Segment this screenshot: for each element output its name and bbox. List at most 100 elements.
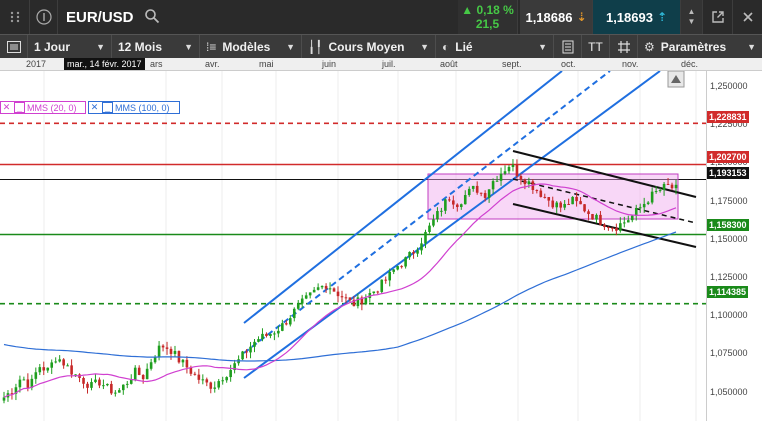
candle-body[interactable] [642,203,646,208]
candle-body[interactable] [511,164,515,168]
candle-body[interactable] [563,203,566,208]
candle-body[interactable] [257,339,260,342]
candle-body[interactable] [82,377,85,384]
candle-body[interactable] [173,350,177,354]
close-icon[interactable] [733,0,762,34]
popout-icon[interactable] [703,0,733,34]
text-tool-icon[interactable]: TT [582,35,610,58]
candle-body[interactable] [62,359,65,366]
candle-body[interactable] [285,323,288,325]
candle-body[interactable] [209,382,213,389]
candle-body[interactable] [316,287,320,290]
candle-body[interactable] [515,164,519,177]
link-dropdown[interactable]: ◐ Lié ▼ [436,35,554,58]
candle-body[interactable] [487,189,491,198]
candle-body[interactable] [535,189,539,191]
candle-body[interactable] [110,383,113,394]
candle-body[interactable] [344,297,348,299]
close-icon[interactable]: ✕ [89,102,100,113]
candle-body[interactable] [241,351,244,360]
candle-body[interactable] [118,390,121,393]
candle-body[interactable] [66,365,69,367]
candle-body[interactable] [106,383,109,386]
candle-body[interactable] [340,296,344,298]
candle-body[interactable] [404,257,407,267]
candle-body[interactable] [626,220,630,223]
candle-body[interactable] [551,200,555,208]
candle-body[interactable] [380,279,384,292]
candle-body[interactable] [245,351,248,353]
candle-body[interactable] [312,289,316,293]
candle-body[interactable] [304,295,308,299]
candle-body[interactable] [396,266,399,270]
candle-body[interactable] [277,330,280,334]
minimize-icon[interactable]: _ [102,102,113,113]
period-dropdown[interactable]: 1 Jour ▼ [28,35,112,58]
candle-body[interactable] [630,215,634,221]
candle-body[interactable] [221,380,224,382]
candle-body[interactable] [638,207,642,209]
candle-body[interactable] [567,203,570,205]
candle-body[interactable] [70,365,73,375]
candle-body[interactable] [229,370,232,378]
candle-body[interactable] [650,191,654,203]
candle-body[interactable] [611,227,614,229]
candle-body[interactable] [662,183,666,190]
candle-body[interactable] [459,204,463,208]
candle-body[interactable] [384,279,388,281]
candle-body[interactable] [217,381,221,388]
candle-body[interactable] [674,184,678,189]
candle-body[interactable] [273,333,276,335]
minimize-icon[interactable]: _ [14,102,25,113]
candle-body[interactable] [495,180,499,182]
candle-body[interactable] [603,224,606,228]
candle-body[interactable] [54,361,57,363]
candle-body[interactable] [133,367,137,380]
candle-body[interactable] [579,201,582,205]
close-icon[interactable]: ✕ [1,102,12,113]
candle-body[interactable] [424,231,427,244]
candle-body[interactable] [658,189,662,192]
candle-body[interactable] [225,377,228,381]
candle-body[interactable] [38,367,42,373]
candle-body[interactable] [595,214,598,220]
candle-body[interactable] [499,173,503,181]
candle-body[interactable] [137,367,141,375]
price-axis[interactable]: 1,250000 1,225000 1,200000 1,175000 1,15… [706,71,762,421]
candle-body[interactable] [145,368,149,380]
candle-body[interactable] [2,397,6,401]
candle-body[interactable] [201,379,205,381]
candle-body[interactable] [261,333,264,340]
candle-body[interactable] [587,211,590,215]
candle-body[interactable] [519,176,523,180]
candle-body[interactable] [543,196,547,198]
candle-body[interactable] [448,199,451,201]
chart-plot-area[interactable]: ✕ _ MMS (20, 0) ✕ _ MMS (100, 0) [0,70,706,421]
candle-body[interactable] [619,223,622,231]
candle-body[interactable] [654,191,658,193]
candle-body[interactable] [416,250,419,254]
candle-body[interactable] [90,382,93,388]
candle-body[interactable] [121,384,125,391]
candle-body[interactable] [440,210,443,212]
candle-body[interactable] [408,251,411,258]
candle-body[interactable] [471,185,475,189]
candle-body[interactable] [432,219,435,226]
candle-body[interactable] [42,367,46,371]
candle-body[interactable] [161,345,165,348]
candle-body[interactable] [308,292,312,296]
candle-body[interactable] [265,333,268,336]
candle-body[interactable] [483,193,487,198]
chevron-down-icon[interactable]: ▼ [688,17,696,27]
candle-body[interactable] [320,285,324,288]
candle-body[interactable] [420,243,423,251]
candle-body[interactable] [571,196,574,205]
price-type-dropdown[interactable]: ╽╿ Cours Moyen ▼ [302,35,436,58]
range-dropdown[interactable]: 12 Mois ▼ [112,35,200,58]
candle-body[interactable] [348,297,352,300]
candle-body[interactable] [181,359,185,363]
chevron-up-icon[interactable]: ▲ [688,7,696,17]
candle-body[interactable] [324,285,328,289]
candle-body[interactable] [86,383,89,388]
candle-body[interactable] [475,185,479,193]
